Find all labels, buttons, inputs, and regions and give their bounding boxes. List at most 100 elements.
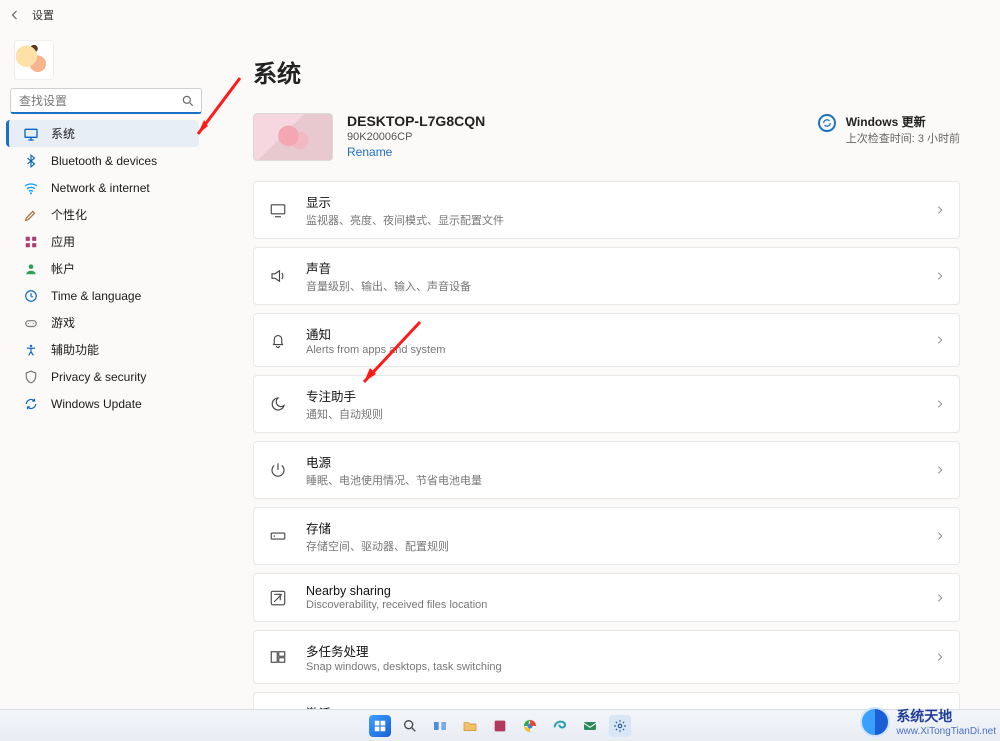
page-title: 系统: [253, 54, 960, 89]
chevron-right-icon: [935, 335, 945, 345]
card-storage[interactable]: 存储存储空间、驱动器、配置规则: [253, 507, 960, 565]
system-icon: [23, 126, 39, 142]
nav-label: 辅助功能: [51, 341, 99, 358]
nav-item-time[interactable]: Time & language: [6, 282, 199, 309]
nav-label: 个性化: [51, 206, 87, 223]
sidebar: 系统 Bluetooth & devices Network & interne…: [0, 30, 205, 709]
nav-item-account[interactable]: 帐户: [6, 255, 199, 282]
taskbar-explorer-icon[interactable]: [459, 715, 481, 737]
card-title: 声音: [306, 258, 917, 277]
main-content: 系统 DESKTOP-L7G8CQN 90K20006CP Rename Win…: [205, 30, 1000, 709]
user-avatar[interactable]: [14, 40, 54, 80]
taskbar-edge-icon[interactable]: [549, 715, 571, 737]
multitask-icon: [268, 647, 288, 667]
window-title: 设置: [32, 7, 54, 23]
chevron-right-icon: [935, 652, 945, 662]
back-icon[interactable]: [8, 8, 22, 22]
card-multitask[interactable]: 多任务处理Snap windows, desktops, task switch…: [253, 630, 960, 684]
card-power[interactable]: 电源睡眠、电池使用情况、节省电池电量: [253, 441, 960, 499]
titlebar: 设置: [0, 0, 1000, 30]
card-subtitle: 监视器、亮度、夜间模式、显示配置文件: [306, 212, 917, 228]
search-box[interactable]: [10, 88, 202, 114]
nav-label: 游戏: [51, 314, 75, 331]
card-subtitle: 睡眠、电池使用情况、节省电池电量: [306, 472, 917, 488]
taskbar: [0, 709, 1000, 741]
card-nearby[interactable]: Nearby sharingDiscoverability, received …: [253, 573, 960, 622]
watermark: 系统天地 www.XiTongTianDi.net: [860, 706, 996, 737]
nav-item-gaming[interactable]: 游戏: [6, 309, 199, 336]
nav-label: Privacy & security: [51, 370, 146, 384]
device-preview: [253, 113, 333, 161]
card-display[interactable]: 显示监视器、亮度、夜间模式、显示配置文件: [253, 181, 960, 239]
privacy-icon: [23, 369, 39, 385]
nav-list: 系统 Bluetooth & devices Network & interne…: [4, 120, 201, 417]
card-title: 专注助手: [306, 386, 917, 405]
rename-link[interactable]: Rename: [347, 145, 485, 159]
chevron-right-icon: [935, 593, 945, 603]
device-row: DESKTOP-L7G8CQN 90K20006CP Rename Window…: [253, 113, 960, 161]
taskbar-start-icon[interactable]: [369, 715, 391, 737]
sound-icon: [268, 266, 288, 286]
nav-label: 系统: [51, 125, 75, 142]
chevron-right-icon: [935, 531, 945, 541]
nav-item-apps[interactable]: 应用: [6, 228, 199, 255]
taskbar-office-icon[interactable]: [489, 715, 511, 737]
watermark-logo: [860, 707, 890, 737]
update-text: Windows 更新 上次检查时间: 3 小时前: [846, 113, 960, 146]
taskbar-chrome-icon[interactable]: [519, 715, 541, 737]
accessibility-icon: [23, 342, 39, 358]
card-title: 电源: [306, 452, 917, 471]
display-icon: [268, 200, 288, 220]
watermark-url: www.XiTongTianDi.net: [896, 726, 996, 737]
layout: 系统 Bluetooth & devices Network & interne…: [0, 30, 1000, 709]
nav-item-system[interactable]: 系统: [6, 120, 199, 147]
gaming-icon: [23, 315, 39, 331]
nav-item-network[interactable]: Network & internet: [6, 174, 199, 201]
nav-item-accessibility[interactable]: 辅助功能: [6, 336, 199, 363]
notifications-icon: [268, 330, 288, 350]
taskbar-settings-icon[interactable]: [609, 715, 631, 737]
card-title: 显示: [306, 192, 917, 211]
card-focus[interactable]: 专注助手通知、自动规则: [253, 375, 960, 433]
taskbar-search-icon[interactable]: [399, 715, 421, 737]
nav-item-update[interactable]: Windows Update: [6, 390, 199, 417]
focus-icon: [268, 394, 288, 414]
card-activation[interactable]: 激活激活状态、订阅、产品密钥: [253, 692, 960, 709]
card-subtitle: Snap windows, desktops, task switching: [306, 661, 917, 673]
refresh-icon: [818, 114, 836, 132]
nav-label: Windows Update: [51, 397, 142, 411]
search-input[interactable]: [11, 89, 201, 112]
card-sound[interactable]: 声音音量级别、输出、输入、声音设备: [253, 247, 960, 305]
card-subtitle: Discoverability, received files location: [306, 599, 917, 611]
apps-icon: [23, 234, 39, 250]
nearby-icon: [268, 588, 288, 608]
card-title: Nearby sharing: [306, 584, 917, 598]
device-model: 90K20006CP: [347, 131, 485, 143]
nav-label: 帐户: [51, 260, 75, 277]
card-subtitle: 存储空间、驱动器、配置规则: [306, 538, 917, 554]
nav-item-personalize[interactable]: 个性化: [6, 201, 199, 228]
personalize-icon: [23, 207, 39, 223]
nav-item-bluetooth[interactable]: Bluetooth & devices: [6, 147, 199, 174]
card-subtitle: Alerts from apps and system: [306, 344, 917, 356]
time-icon: [23, 288, 39, 304]
chevron-right-icon: [935, 205, 945, 215]
wifi-icon: [23, 180, 39, 196]
device-left: DESKTOP-L7G8CQN 90K20006CP Rename: [253, 113, 485, 161]
card-subtitle: 通知、自动规则: [306, 406, 917, 422]
nav-label: Time & language: [51, 289, 141, 303]
taskbar-mail-icon[interactable]: [579, 715, 601, 737]
search-icon: [181, 94, 195, 108]
account-icon: [23, 261, 39, 277]
card-title: 多任务处理: [306, 641, 917, 660]
update-box[interactable]: Windows 更新 上次检查时间: 3 小时前: [818, 113, 960, 146]
update-icon: [23, 396, 39, 412]
chevron-right-icon: [935, 399, 945, 409]
card-notifications[interactable]: 通知Alerts from apps and system: [253, 313, 960, 367]
card-subtitle: 音量级别、输出、输入、声音设备: [306, 278, 917, 294]
device-name: DESKTOP-L7G8CQN: [347, 113, 485, 129]
taskbar-taskview-icon[interactable]: [429, 715, 451, 737]
update-subtitle: 上次检查时间: 3 小时前: [846, 130, 960, 146]
nav-item-privacy[interactable]: Privacy & security: [6, 363, 199, 390]
card-title: 通知: [306, 324, 917, 343]
